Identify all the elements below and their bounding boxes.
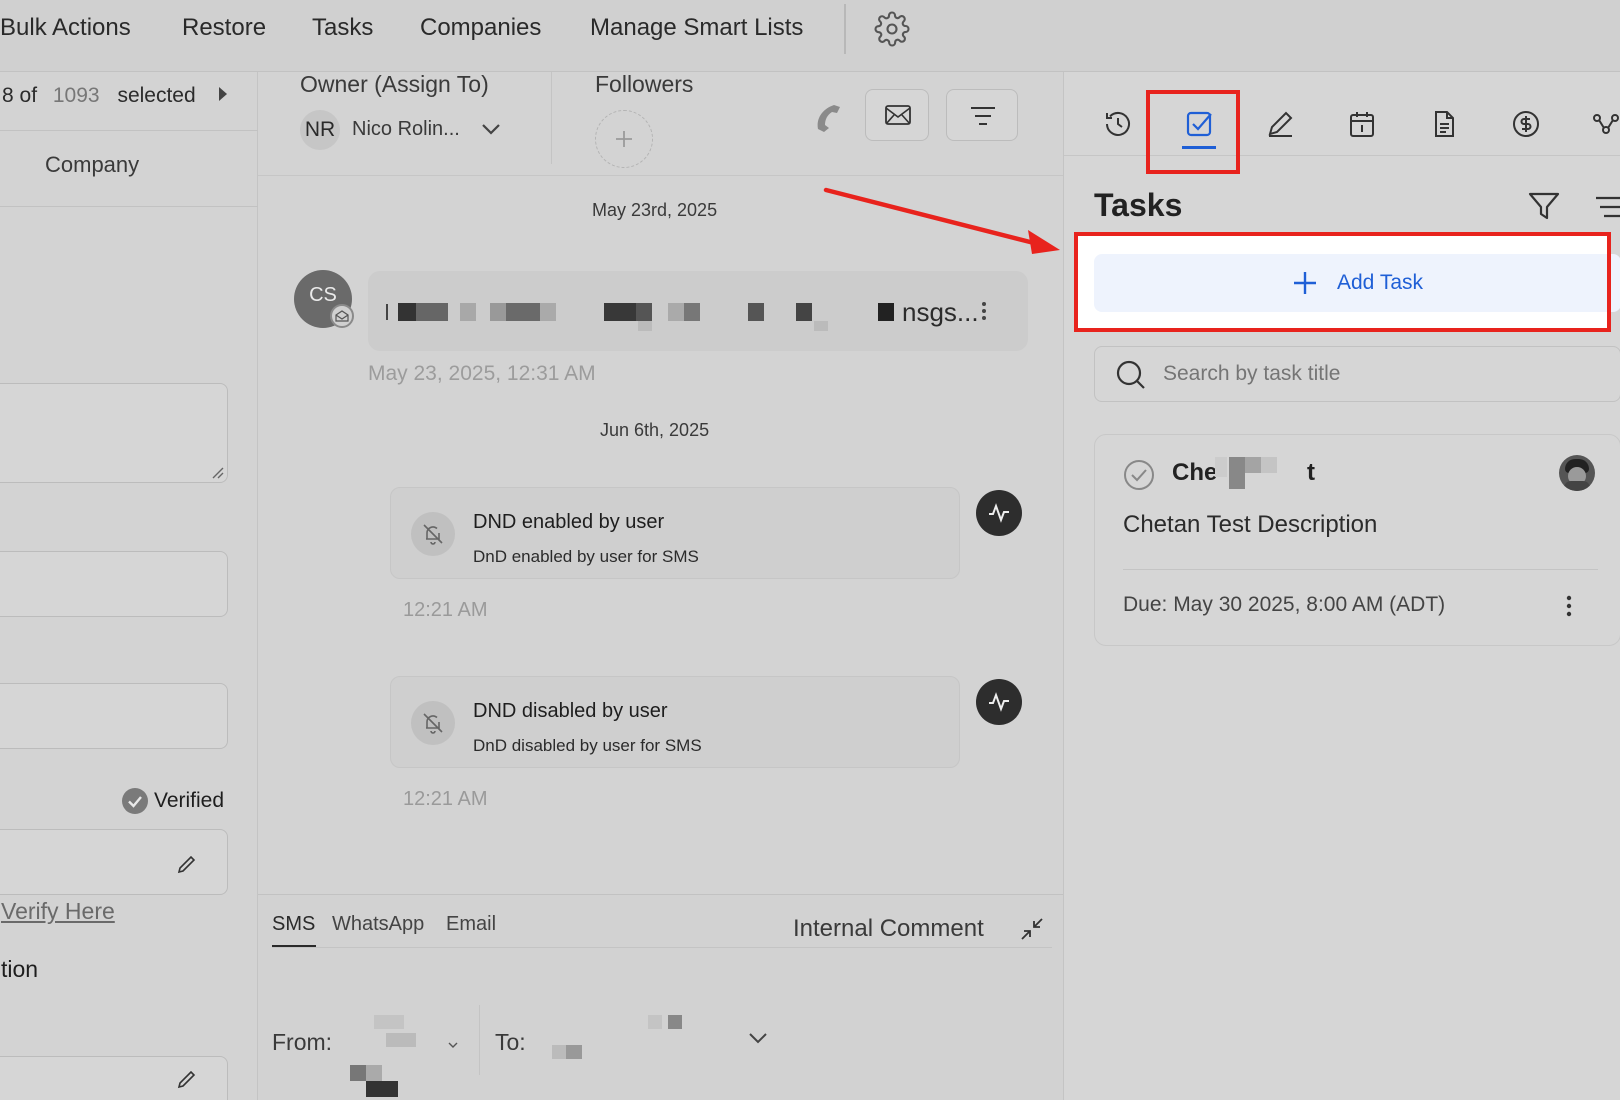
text-field[interactable] [0,1056,228,1100]
activity-card-dnd-enabled: DND enabled by user DnD enabled by user … [390,487,960,579]
verified-check-icon [121,787,149,815]
truncated-field-label: tion [1,956,39,982]
caret-right-icon[interactable] [216,85,230,103]
nav-bulk-actions[interactable]: Bulk Actions [0,14,131,42]
verified-label: Verified [154,789,225,812]
task-due-date: Due: May 30 2025, 8:00 AM (ADT) [1123,593,1446,616]
notes-textarea[interactable] [0,383,228,483]
sort-lines-icon[interactable] [1594,194,1620,220]
activity-title: DND disabled by user [473,700,668,722]
owner-label: Owner (Assign To) [300,71,489,97]
search-icon [1116,360,1145,389]
email-button[interactable] [865,89,929,141]
task-title-end: t [1307,459,1315,486]
verify-here-link[interactable]: Verify Here [1,898,115,925]
bell-off-icon [411,701,455,745]
top-navigation-bar: Bulk Actions Restore Tasks Companies Man… [0,0,1620,72]
owner-avatar: NR [300,110,340,150]
calendar-icon[interactable] [1346,108,1378,140]
contact-details-column: 8 of 1093 selected Company Verified Veri… [0,72,258,1100]
from-label: From: [272,1029,333,1055]
more-vertical-icon[interactable] [1565,593,1573,619]
filter-button[interactable] [946,89,1018,141]
nav-tasks[interactable]: Tasks [312,14,373,42]
activity-subtitle: DnD disabled by user for SMS [473,736,702,755]
annotation-highlight-add-task [1074,232,1611,332]
document-icon[interactable] [1428,108,1460,140]
nav-companies[interactable]: Companies [420,14,541,42]
company-column-header: Company [45,152,140,177]
tasks-panel-title: Tasks [1094,187,1183,223]
tab-sms[interactable]: SMS [272,913,315,936]
phone-icon[interactable] [810,99,846,135]
email-field[interactable] [0,829,228,895]
nav-divider [844,4,846,54]
more-vertical-icon[interactable] [980,299,988,323]
date-separator: Jun 6th, 2025 [600,420,710,440]
annotation-highlight-tab [1146,90,1240,174]
task-search-input[interactable] [1163,359,1603,389]
tab-whatsapp[interactable]: WhatsApp [332,913,424,936]
history-icon[interactable] [1102,108,1134,140]
message-preview-tail: nsgs... [902,297,979,327]
pencil-icon[interactable] [1264,108,1296,140]
check-circle-icon [1124,460,1154,490]
assignee-avatar [1559,455,1595,491]
message-composer: SMS WhatsApp Email Internal Comment From… [258,894,1063,1100]
nav-manage-smart-lists[interactable]: Manage Smart Lists [590,14,803,42]
divider [0,206,258,207]
divider [1123,569,1598,570]
annotation-arrow [823,187,1060,254]
task-title-start: Che [1172,459,1218,486]
message-timestamp: May 23, 2025, 12:31 AM [368,362,596,385]
tab-email[interactable]: Email [446,913,496,936]
nav-restore[interactable]: Restore [182,14,266,42]
internal-comment-toggle[interactable]: Internal Comment [793,915,984,943]
email-channel-icon [330,304,354,328]
divider [479,1005,480,1075]
owner-name: Nico Rolin... [352,118,460,140]
activity-pulse-icon [976,490,1022,536]
to-number-select[interactable] [538,995,768,1075]
chevron-down-icon [482,124,500,135]
activity-pulse-icon [976,679,1022,725]
minimize-icon[interactable] [1018,915,1046,943]
envelope-icon [885,105,911,125]
date-separator: May 23rd, 2025 [592,200,718,220]
activity-time: 12:21 AM [403,788,488,810]
from-number-select[interactable] [348,985,468,1097]
to-label: To: [495,1029,526,1055]
tasks-panel: Tasks Add Task Che t Chetan Test Descrip… [1063,72,1620,1100]
divider [551,72,552,164]
add-follower-button[interactable] [595,110,653,168]
activity-time: 12:21 AM [403,599,488,621]
contact-avatar: CS [294,270,354,328]
divider [0,130,258,131]
selection-counter: 8 of 1093 selected [2,84,196,107]
chevron-down-icon [749,1033,767,1044]
message-bubble[interactable]: nsgs... [368,271,1028,351]
chevron-down-icon [448,1042,458,1048]
activity-subtitle: DnD enabled by user for SMS [473,547,699,566]
gear-icon[interactable] [874,11,910,47]
activity-card-dnd-disabled: DND disabled by user DnD disabled by use… [390,676,960,768]
conversation-header: Owner (Assign To) NR Nico Rolin... Follo… [258,71,1063,176]
owner-selector[interactable]: NR Nico Rolin... [300,110,550,150]
divider [272,947,1052,948]
text-field[interactable] [0,683,228,749]
task-complete-toggle[interactable] [1123,459,1155,491]
workflow-icon[interactable] [1590,108,1620,140]
dollar-icon[interactable] [1510,108,1542,140]
task-description: Chetan Test Description [1123,511,1378,538]
followers-label: Followers [595,71,694,97]
task-search-field[interactable] [1094,346,1620,402]
activity-title: DND enabled by user [473,511,665,533]
funnel-filter-icon[interactable] [1527,189,1561,223]
task-card[interactable]: Che t Chetan Test Description Due: May 3… [1094,434,1620,646]
bell-off-icon [411,512,455,556]
filter-lines-icon [971,107,995,125]
text-field[interactable] [0,551,228,617]
